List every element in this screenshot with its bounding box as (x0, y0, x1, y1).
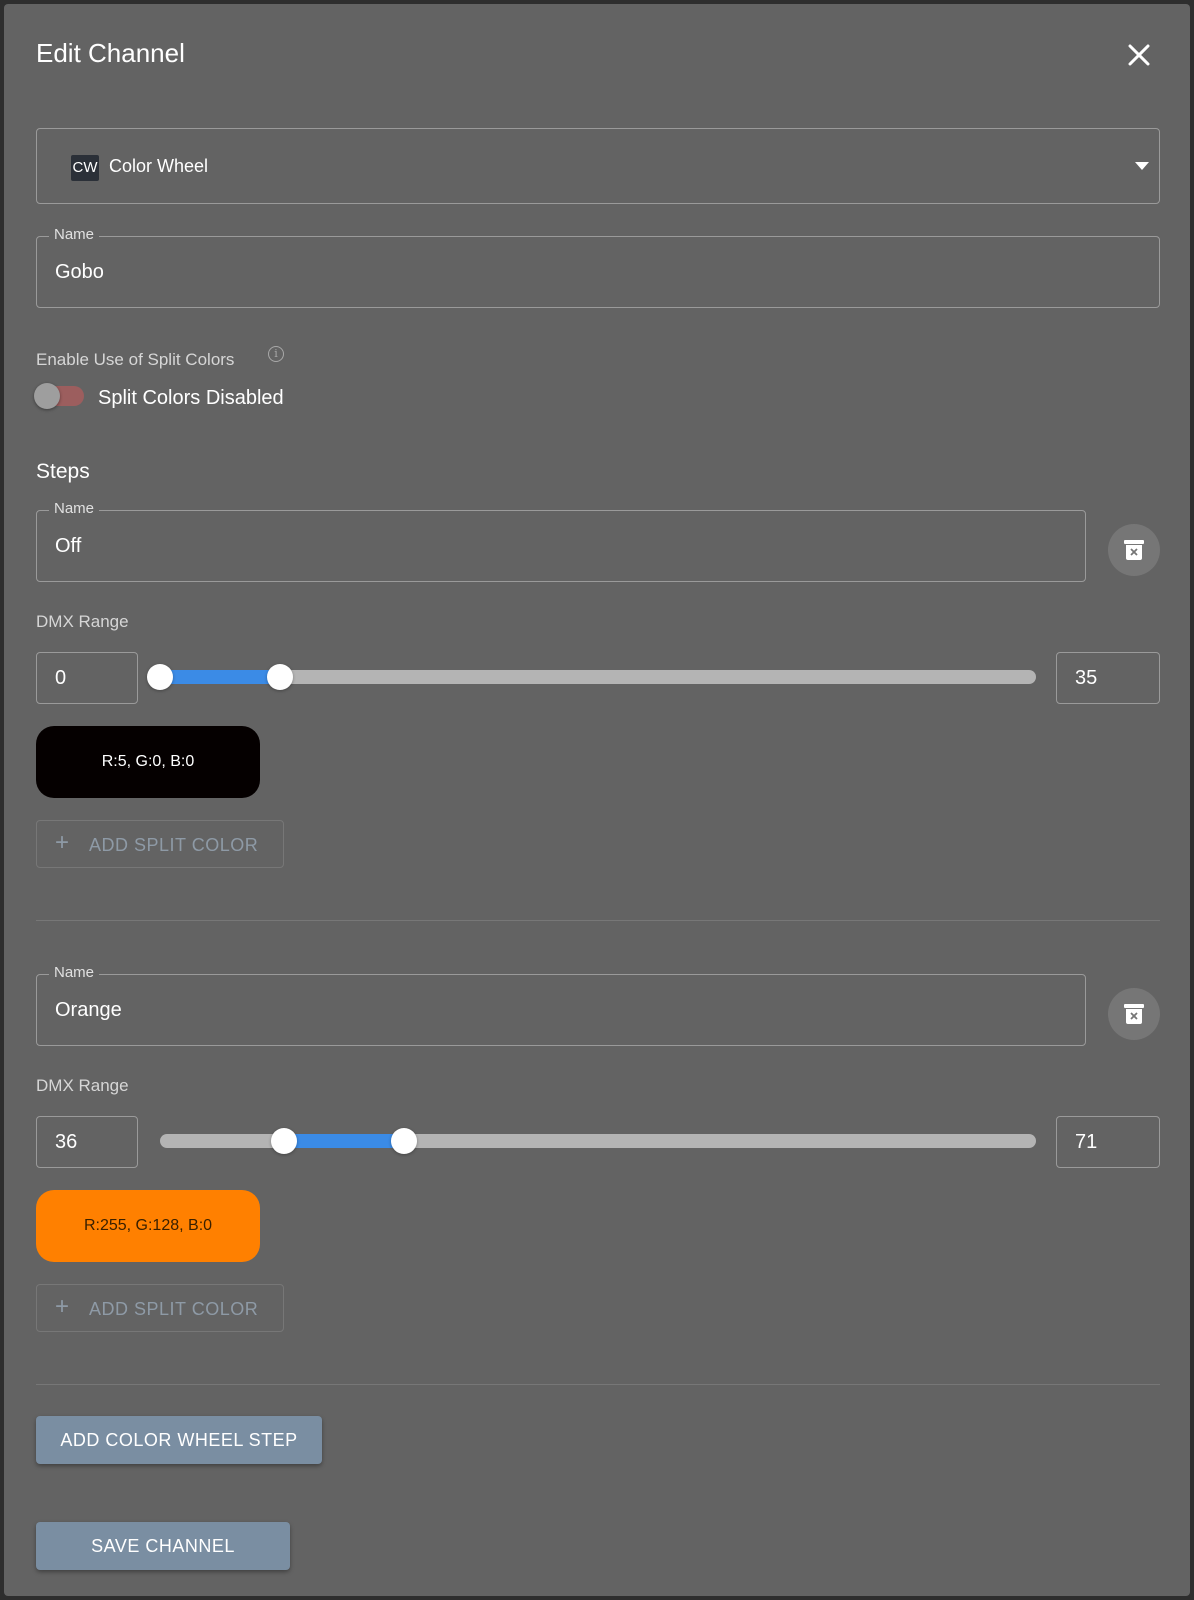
info-icon[interactable]: i (268, 346, 284, 362)
step-color-chip[interactable]: R:5, G:0, B:0 (36, 726, 260, 798)
channel-type-select[interactable]: CW Color Wheel (36, 128, 1160, 204)
step-name-value: Off (55, 535, 82, 557)
dmx-range-label: DMX Range (36, 612, 129, 631)
edit-channel-dialog: Edit Channel CW Color Wheel Gobo Name En… (4, 4, 1190, 1596)
delete-step-button[interactable] (1108, 988, 1160, 1040)
dmx-range-end-thumb[interactable] (267, 664, 294, 690)
dmx-min-input[interactable]: 36 (36, 1116, 138, 1168)
plus-icon: + (55, 829, 70, 856)
dmx-min-input[interactable]: 0 (36, 652, 138, 704)
plus-icon: + (55, 1293, 70, 1320)
delete-step-button[interactable] (1108, 524, 1160, 576)
channel-name-label: Name (49, 226, 100, 243)
dmx-range-active-track (160, 670, 281, 684)
add-split-color-button: + ADD SPLIT COLOR (36, 820, 284, 868)
add-split-color-button: + ADD SPLIT COLOR (36, 1284, 284, 1332)
step-name-label: Name (49, 500, 100, 517)
step-name-label: Name (49, 964, 100, 981)
delete-icon (1124, 1004, 1144, 1024)
dmx-range-start-thumb[interactable] (270, 1128, 297, 1154)
split-colors-label: Enable Use of Split Colors (36, 350, 235, 369)
dmx-range-active-track (283, 1134, 404, 1148)
channel-name-value: Gobo (55, 261, 104, 283)
dmx-range-start-thumb[interactable] (147, 664, 173, 690)
step-name-value: Orange (55, 999, 122, 1021)
delete-icon (1124, 540, 1144, 560)
dialog-title: Edit Channel (36, 38, 185, 68)
channel-name-field[interactable]: Gobo (36, 236, 1160, 308)
add-split-color-label: ADD SPLIT COLOR (89, 1299, 259, 1319)
dmx-max-input[interactable]: 71 (1056, 1116, 1160, 1168)
chevron-down-icon (1135, 162, 1149, 170)
step-color-chip[interactable]: R:255, G:128, B:0 (36, 1190, 260, 1262)
save-channel-button[interactable]: SAVE CHANNEL (36, 1522, 290, 1570)
step-divider (36, 920, 1160, 921)
add-color-wheel-step-button[interactable]: ADD COLOR WHEEL STEP (36, 1416, 322, 1464)
dmx-range-end-thumb[interactable] (390, 1128, 417, 1154)
step-divider (36, 1384, 1160, 1385)
dmx-max-input[interactable]: 35 (1056, 652, 1160, 704)
channel-type-value: Color Wheel (109, 156, 209, 176)
dmx-range-label: DMX Range (36, 1076, 129, 1095)
step-name-field[interactable]: Orange (36, 974, 1086, 1046)
split-colors-toggle-thumb[interactable] (34, 383, 60, 409)
step-name-field[interactable]: Off (36, 510, 1086, 582)
color-wheel-icon: CW (71, 155, 99, 181)
steps-heading: Steps (36, 460, 90, 483)
close-icon[interactable] (1124, 40, 1154, 70)
split-colors-toggle-label: Split Colors Disabled (98, 387, 284, 409)
add-split-color-label: ADD SPLIT COLOR (89, 835, 259, 855)
